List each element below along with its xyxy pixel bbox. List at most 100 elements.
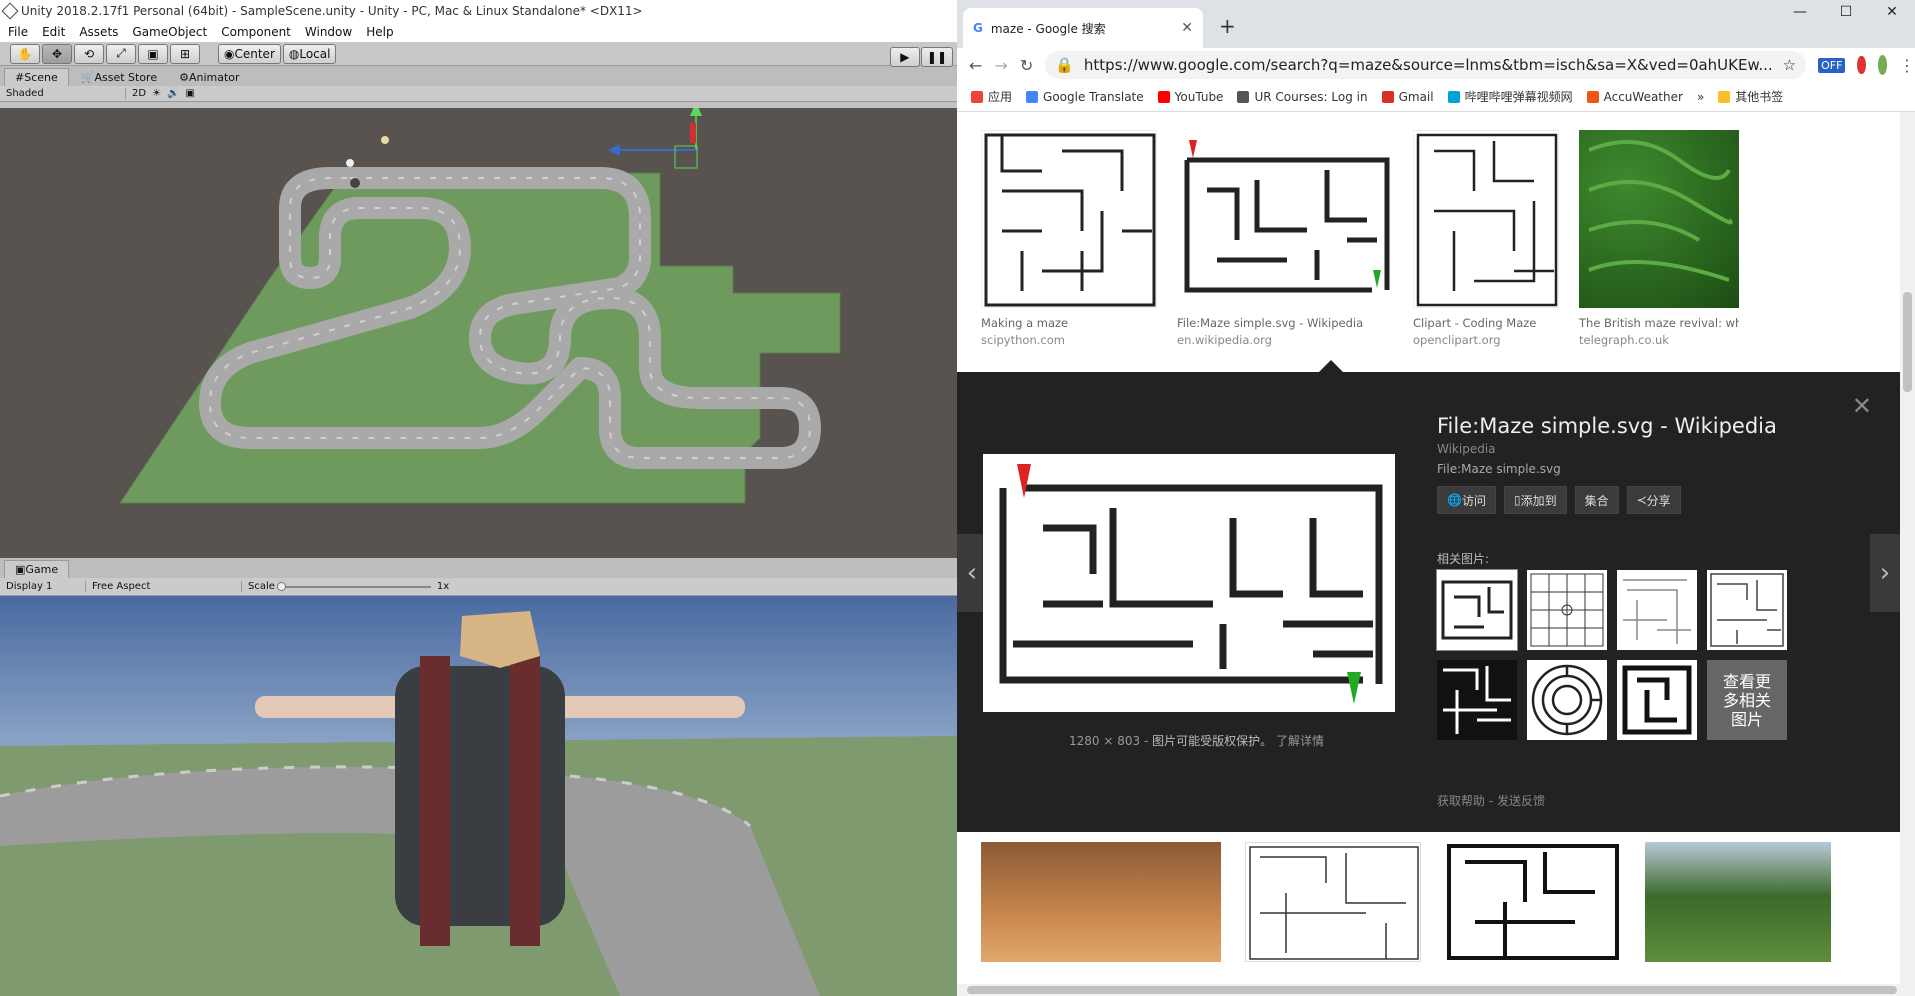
menu-gameobject[interactable]: GameObject: [132, 25, 207, 39]
forward-button[interactable]: →: [994, 56, 1007, 75]
pivot-local-button[interactable]: ◍ Local: [282, 43, 337, 64]
close-tab-icon[interactable]: ✕: [1181, 20, 1193, 36]
display-dropdown[interactable]: Display 1: [6, 581, 86, 592]
horizontal-scroll-thumb[interactable]: [967, 986, 1897, 994]
menu-window[interactable]: Window: [305, 25, 352, 39]
collection-button[interactable]: 集合: [1574, 486, 1619, 514]
building-maze-thumbnail[interactable]: [981, 842, 1221, 962]
save-to-button[interactable]: ▯ 添加到: [1503, 486, 1567, 514]
shading-mode-dropdown[interactable]: Shaded: [6, 88, 126, 99]
game-view[interactable]: [0, 596, 957, 996]
related-image[interactable]: [1527, 570, 1607, 650]
menu-edit[interactable]: Edit: [42, 25, 65, 39]
play-button[interactable]: ▶: [889, 47, 920, 67]
menu-component[interactable]: Component: [221, 25, 291, 39]
rotate-tool-button[interactable]: ⟲: [74, 43, 104, 64]
maximize-button[interactable]: ☐: [1823, 4, 1869, 20]
bookmark-ur-courses[interactable]: UR Courses: Log in: [1237, 90, 1368, 104]
maze-thumbnail[interactable]: [1445, 842, 1621, 962]
new-tab-button[interactable]: +: [1219, 14, 1236, 38]
move-tool-button[interactable]: ✥: [42, 43, 72, 64]
aspect-dropdown[interactable]: Free Aspect: [92, 581, 242, 592]
share-button[interactable]: ≺ 分享: [1626, 486, 1681, 514]
browser-tab[interactable]: G maze - Google 搜索 ✕: [963, 8, 1203, 48]
related-image[interactable]: [1437, 660, 1517, 740]
hedge-maze-thumbnail[interactable]: [1579, 130, 1739, 308]
bookmark-star-icon[interactable]: ☆: [1783, 56, 1796, 74]
scale-slider-thumb[interactable]: [276, 581, 286, 591]
x-axis-gizmo[interactable]: [690, 123, 696, 143]
bookmark-accuweather[interactable]: AccuWeather: [1586, 90, 1683, 104]
maze-pattern: [1447, 844, 1619, 960]
scene-view[interactable]: [0, 108, 957, 558]
bookmark-youtube[interactable]: YouTube: [1157, 90, 1223, 104]
bookmark-google-translate[interactable]: Google Translate: [1026, 90, 1144, 104]
profile-avatar[interactable]: [1877, 55, 1887, 75]
z-axis-arrow[interactable]: [608, 144, 620, 156]
vertical-scroll-thumb[interactable]: [1903, 292, 1912, 392]
extension-badge-icon[interactable]: [1857, 56, 1866, 74]
bookmark-gmail[interactable]: Gmail: [1381, 90, 1434, 104]
bilibili-icon: [1447, 90, 1460, 103]
related-image[interactable]: [1617, 570, 1697, 650]
scale-slider[interactable]: [276, 581, 431, 591]
vertical-scrollbar[interactable]: [1900, 112, 1915, 984]
unity-title-bar: Unity 2018.2.17f1 Personal (64bit) - Sam…: [0, 0, 957, 22]
scale-tool-button[interactable]: ⤢: [106, 43, 136, 64]
pause-button[interactable]: ❚❚: [920, 47, 953, 67]
result-making-a-maze[interactable]: Making a maze scipython.com: [981, 130, 1157, 347]
close-window-button[interactable]: ✕: [1869, 4, 1915, 20]
maze-thumbnail[interactable]: [1413, 130, 1559, 308]
learn-more-link[interactable]: 了解详情: [1276, 734, 1324, 748]
tab-scene[interactable]: #Scene: [4, 68, 69, 86]
light-gizmo-icon: [381, 136, 389, 144]
rect-tool-button[interactable]: ▣: [138, 43, 168, 64]
maze-pattern: [1710, 573, 1784, 647]
maze-thumbnail[interactable]: [1245, 842, 1421, 962]
horizontal-scrollbar[interactable]: [957, 984, 1915, 996]
bookmark-apps[interactable]: 应用: [971, 88, 1012, 105]
toggle-2d-button[interactable]: 2D: [132, 88, 146, 99]
more-bookmarks-chevron-icon[interactable]: »: [1697, 90, 1704, 104]
audio-toggle-icon[interactable]: 🔊: [167, 88, 179, 99]
minimize-button[interactable]: —: [1777, 4, 1823, 20]
bookmark-bilibili[interactable]: 哔哩哔哩弹幕视频网: [1447, 88, 1573, 105]
menu-kebab-icon[interactable]: ⋮: [1899, 56, 1915, 75]
y-axis-arrow[interactable]: [690, 108, 702, 116]
pivot-center-button[interactable]: ◉ Center: [218, 43, 281, 64]
menu-assets[interactable]: Assets: [79, 25, 118, 39]
maze-thumbnail[interactable]: [981, 130, 1157, 308]
view-more-related-button[interactable]: 查看更多相关图片: [1707, 660, 1787, 740]
preview-image[interactable]: [983, 454, 1395, 712]
result-wikipedia-maze[interactable]: File:Maze simple.svg - Wikipedia en.wiki…: [1177, 130, 1393, 347]
help-link[interactable]: 获取帮助: [1437, 794, 1485, 808]
next-image-button[interactable]: ›: [1870, 534, 1900, 612]
reload-button[interactable]: ↻: [1020, 56, 1033, 75]
extension-off-icon[interactable]: OFF: [1818, 57, 1846, 73]
related-image[interactable]: [1436, 569, 1518, 651]
preview-title[interactable]: File:Maze simple.svg - Wikipedia: [1437, 414, 1777, 438]
tab-game[interactable]: ▣Game: [4, 560, 70, 578]
menu-file[interactable]: File: [8, 25, 28, 39]
lighting-toggle-icon[interactable]: ☀: [152, 88, 161, 99]
related-image[interactable]: [1617, 660, 1697, 740]
result-coding-maze[interactable]: Clipart - Coding Maze openclipart.org: [1413, 130, 1559, 347]
hand-tool-button[interactable]: ✋: [10, 43, 40, 64]
transform-tool-button[interactable]: ⊞: [170, 43, 200, 64]
feedback-link[interactable]: 发送反馈: [1497, 794, 1545, 808]
tab-animator[interactable]: ⚙Animator: [169, 69, 249, 86]
result-british-maze[interactable]: The British maze revival: why g... teleg…: [1579, 130, 1739, 347]
maze-thumbnail[interactable]: [1177, 130, 1393, 308]
close-panel-icon[interactable]: ✕: [1852, 392, 1872, 420]
hedge-maze-thumbnail[interactable]: [1645, 842, 1831, 962]
effects-toggle-icon[interactable]: ▣: [185, 88, 194, 99]
menu-help[interactable]: Help: [366, 25, 393, 39]
player-object[interactable]: [350, 178, 360, 188]
bookmark-other[interactable]: 其他书签: [1718, 88, 1783, 105]
related-image[interactable]: [1527, 660, 1607, 740]
back-button[interactable]: ←: [969, 56, 982, 75]
related-image[interactable]: [1707, 570, 1787, 650]
tab-asset-store[interactable]: 🛒Asset Store: [71, 69, 167, 86]
visit-button[interactable]: 🌐 访问: [1437, 486, 1496, 514]
address-bar[interactable]: 🔒 https://www.google.com/search?q=maze&s…: [1045, 51, 1807, 79]
